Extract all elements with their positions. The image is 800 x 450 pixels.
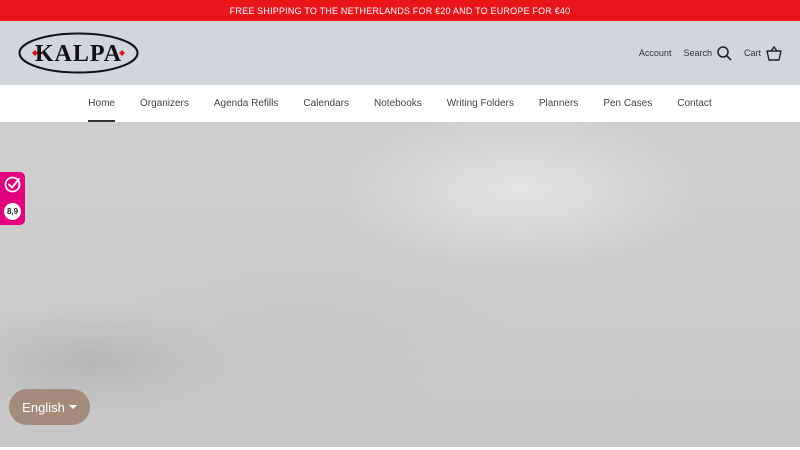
announcement-text: FREE SHIPPING TO THE NETHERLANDS FOR €20… <box>229 5 571 16</box>
announcement-bar: FREE SHIPPING TO THE NETHERLANDS FOR €20… <box>0 0 800 21</box>
search-icon <box>717 45 732 61</box>
nav-item-organizers[interactable]: Organizers <box>127 85 201 122</box>
review-check-icon <box>4 176 21 193</box>
review-score: 8,9 <box>4 203 21 220</box>
nav-item-notebooks[interactable]: Notebooks <box>361 85 434 122</box>
cart-label: Cart <box>743 48 761 58</box>
nav-item-planners[interactable]: Planners <box>526 85 590 122</box>
main-nav: Home Organizers Agenda Refills Calendars… <box>0 85 800 122</box>
hero-banner <box>0 122 800 447</box>
nav-item-writing-folders[interactable]: Writing Folders <box>434 85 526 122</box>
nav-item-pen-cases[interactable]: Pen Cases <box>591 85 665 122</box>
cart-link[interactable]: Cart <box>743 45 782 61</box>
search-link[interactable]: Search <box>683 45 732 61</box>
logo-text: KALPA <box>35 41 122 67</box>
search-label: Search <box>683 48 712 58</box>
kalpa-logo: KALPA <box>18 32 139 74</box>
language-label: English <box>22 399 65 415</box>
nav-item-agenda-refills[interactable]: Agenda Refills <box>201 85 290 122</box>
logo-link[interactable]: KALPA <box>18 32 139 74</box>
chevron-down-icon <box>68 405 77 409</box>
nav-item-contact[interactable]: Contact <box>665 85 724 122</box>
site-header: KALPA Account Search Cart <box>0 21 800 85</box>
header-links: Account Search Cart <box>639 21 782 85</box>
nav-item-home[interactable]: Home <box>76 85 128 122</box>
nav-item-calendars[interactable]: Calendars <box>291 85 362 122</box>
language-selector[interactable]: English <box>9 389 90 425</box>
account-link[interactable]: Account <box>639 48 672 58</box>
cart-icon <box>766 45 782 61</box>
review-widget[interactable]: 8,9 <box>0 172 25 225</box>
account-label: Account <box>638 48 672 58</box>
